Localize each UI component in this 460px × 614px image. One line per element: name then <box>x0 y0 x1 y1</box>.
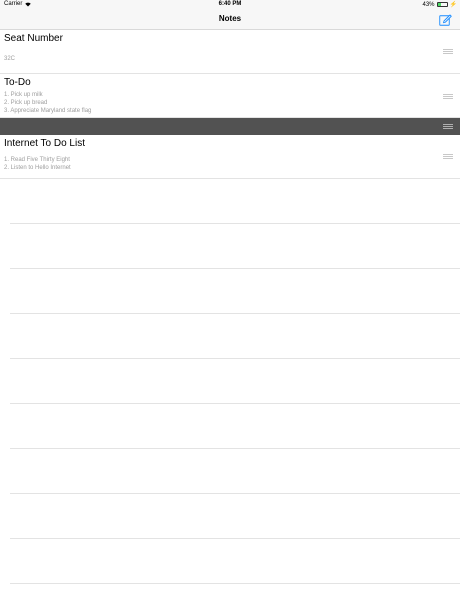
empty-row <box>0 269 460 314</box>
charging-icon: ⚡ <box>449 2 457 8</box>
status-bar: Carrier 6:40 PM 43% ⚡ <box>0 0 460 10</box>
row-separator <box>10 583 460 584</box>
empty-row <box>0 314 460 359</box>
reorder-icon[interactable] <box>443 154 453 160</box>
note-preview: 1. Read Five Thirty Eight 2. Listen to H… <box>4 157 71 171</box>
battery-percent: 43% <box>422 1 435 8</box>
list-item[interactable]: Internet To Do List 1. Read Five Thirty … <box>0 135 460 179</box>
status-time: 6:40 PM <box>218 1 242 7</box>
note-title: To-Do <box>4 77 31 88</box>
empty-row <box>0 449 460 494</box>
reorder-icon[interactable] <box>443 49 453 55</box>
empty-row <box>0 224 460 269</box>
reorder-icon[interactable] <box>443 124 453 130</box>
note-preview: 32C <box>4 56 16 62</box>
dragging-list-item[interactable] <box>0 118 460 135</box>
list-item[interactable]: Seat Number 32C <box>0 30 460 74</box>
empty-row <box>0 359 460 404</box>
page-title: Notes <box>218 14 242 23</box>
note-title: Internet To Do List <box>4 138 85 149</box>
note-preview: 1. Pick up milk 2. Pick up bread 3. Appr… <box>4 92 92 114</box>
empty-row <box>0 494 460 539</box>
list-item[interactable]: To-Do 1. Pick up milk 2. Pick up bread 3… <box>0 74 460 118</box>
compose-icon[interactable] <box>439 13 452 26</box>
battery-icon <box>436 2 448 7</box>
note-title: Seat Number <box>4 33 63 44</box>
notes-list: Seat Number 32C To-Do 1. Pick up milk 2.… <box>0 30 460 584</box>
empty-row <box>0 179 460 224</box>
reorder-icon[interactable] <box>443 94 453 100</box>
status-right: 43% ⚡ <box>422 1 458 9</box>
empty-row <box>0 539 460 584</box>
empty-row <box>0 404 460 449</box>
navigation-bar: Notes <box>0 10 460 30</box>
notes-screen: Carrier 6:40 PM 43% ⚡ Notes Seat Number … <box>0 0 460 614</box>
